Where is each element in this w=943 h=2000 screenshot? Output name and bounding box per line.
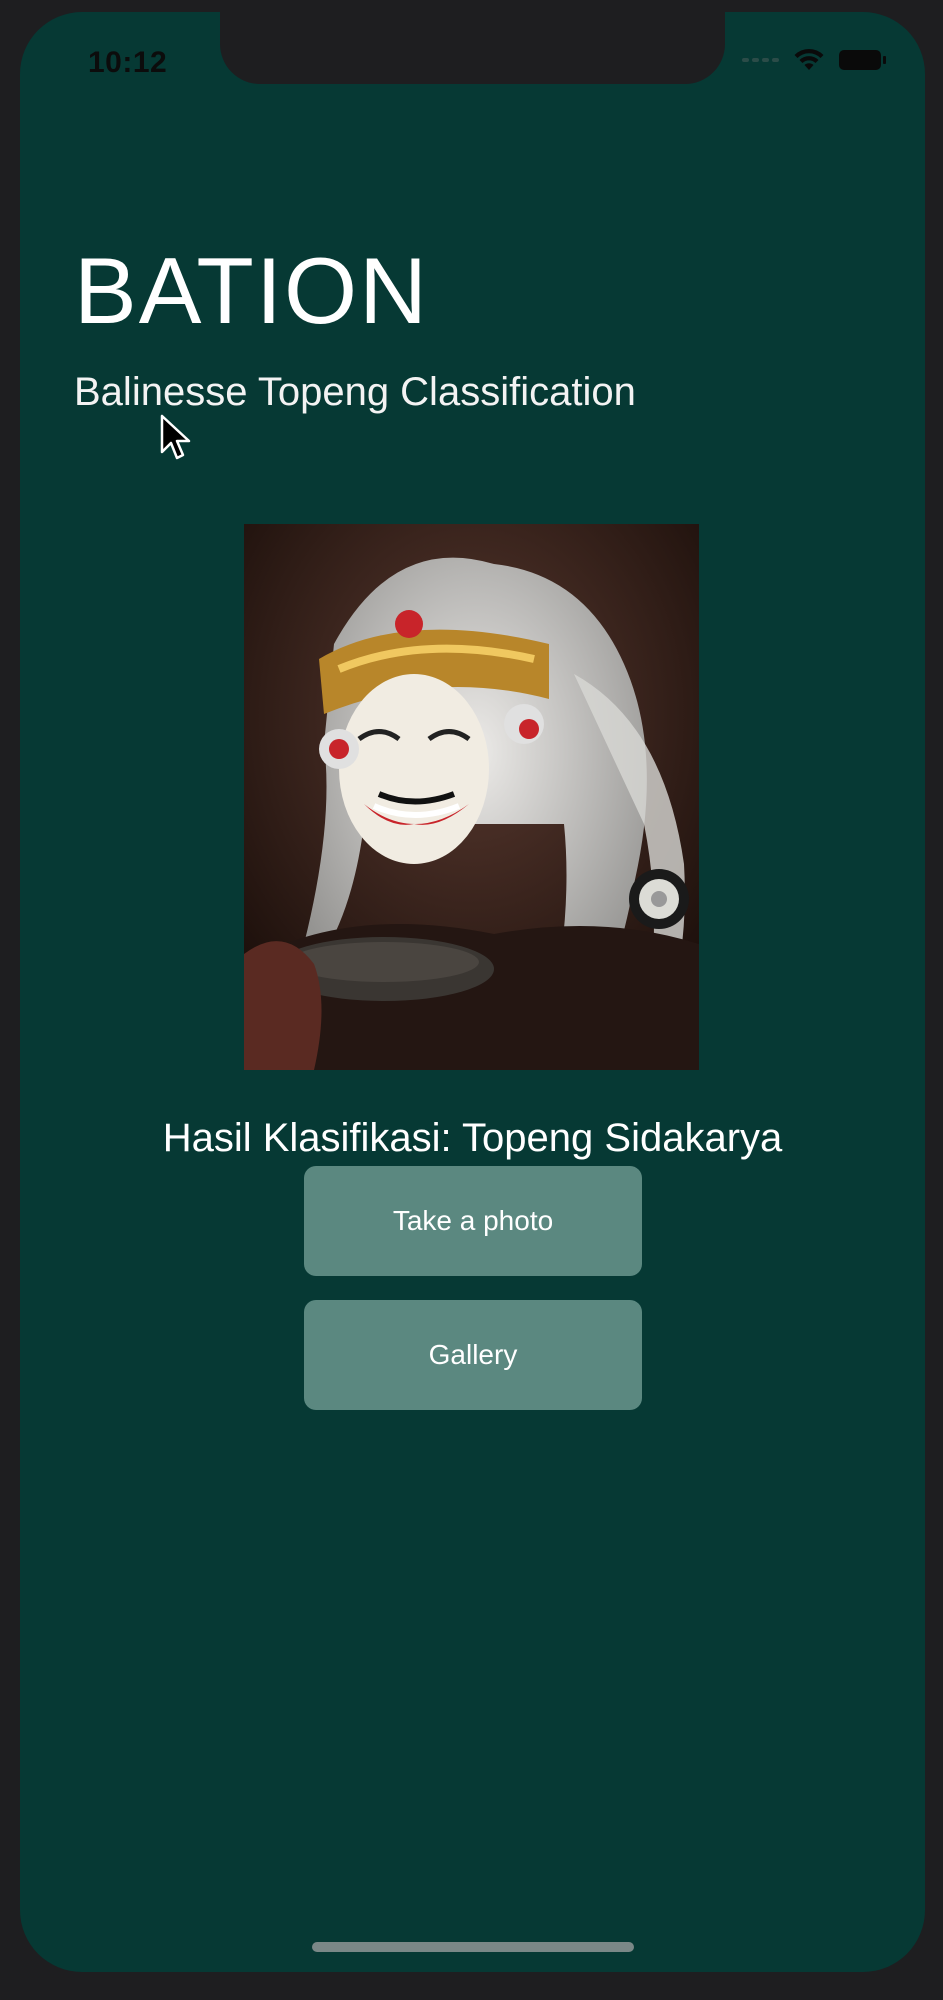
app-screen: 10:12 BATION Balinesse Topeng Classifica… <box>20 12 925 1972</box>
device-notch <box>220 12 725 84</box>
take-photo-button[interactable]: Take a photo <box>304 1166 642 1276</box>
gallery-button[interactable]: Gallery <box>304 1300 642 1410</box>
battery-icon <box>839 50 886 70</box>
wifi-icon <box>793 48 825 72</box>
status-time: 10:12 <box>88 46 168 79</box>
mouse-cursor-icon <box>160 414 194 462</box>
status-icons <box>742 48 886 72</box>
classification-result: Hasil Klasifikasi: Topeng Sidakarya <box>162 1116 783 1160</box>
home-indicator[interactable] <box>312 1942 634 1952</box>
classified-mask-image <box>244 524 699 1070</box>
signal-icon <box>742 58 779 62</box>
app-subtitle: Balinesse Topeng Classification <box>74 370 636 414</box>
app-title: BATION <box>74 238 429 343</box>
